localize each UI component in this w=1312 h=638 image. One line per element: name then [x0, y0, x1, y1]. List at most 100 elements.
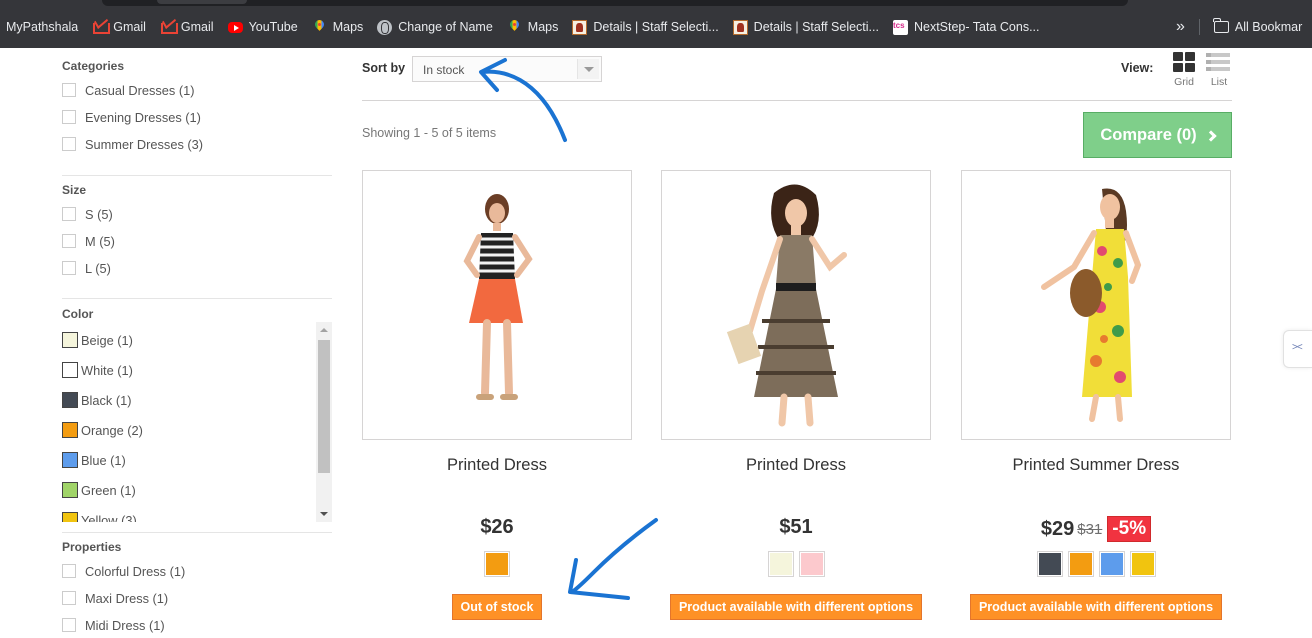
product-image[interactable] [661, 170, 931, 440]
filter-label: Midi Dress (1) [85, 617, 165, 633]
color-title: Color [62, 307, 94, 321]
filter-label: Black (1) [81, 392, 132, 408]
view-grid-button[interactable]: Grid [1169, 52, 1199, 92]
scroll-up-arrow-icon[interactable] [316, 322, 332, 338]
color-swatch[interactable] [62, 422, 78, 438]
filter-colorful-dress[interactable]: Colorful Dress (1) [62, 563, 185, 579]
filter-label: Evening Dresses (1) [85, 109, 201, 125]
color-swatch-yellow[interactable] [1129, 551, 1156, 577]
checkbox[interactable] [62, 591, 76, 605]
product-name[interactable]: Printed Summer Dress [961, 456, 1231, 475]
filter-color-black[interactable]: Black (1) [62, 392, 132, 408]
checkbox[interactable] [62, 618, 76, 632]
bookmark-nextstep-tcs[interactable]: NextStep- Tata Cons... [892, 19, 1040, 35]
filter-label: Summer Dresses (3) [85, 136, 204, 152]
bookmark-label: Details | Staff Selecti... [593, 20, 719, 34]
side-panel-toggle[interactable] [1283, 330, 1312, 368]
filter-color-blue[interactable]: Blue (1) [62, 452, 126, 468]
bookmark-gmail-1[interactable]: Gmail [92, 20, 146, 35]
filter-color-beige[interactable]: Beige (1) [62, 332, 133, 348]
emblem-icon [572, 19, 588, 35]
checkbox[interactable] [62, 83, 76, 97]
product-image[interactable] [362, 170, 632, 440]
divider [62, 532, 332, 533]
color-swatch-orange[interactable] [484, 551, 510, 577]
color-swatch-beige[interactable] [767, 551, 794, 577]
chevron-down-icon[interactable] [577, 59, 599, 79]
filter-label: Colorful Dress (1) [85, 563, 186, 579]
color-swatch[interactable] [62, 452, 78, 468]
toolbar-divider [362, 100, 1232, 101]
folder-icon [1213, 18, 1229, 33]
view-list-button[interactable]: List [1204, 52, 1234, 92]
all-bookmarks-button[interactable]: All Bookmar [1235, 20, 1302, 34]
color-swatch-black[interactable] [1036, 551, 1063, 577]
filter-color-orange[interactable]: Orange (2) [62, 422, 143, 438]
filter-label: M (5) [85, 233, 115, 249]
filter-size-l[interactable]: L (5) [62, 260, 111, 276]
filter-evening-dresses[interactable]: Evening Dresses (1) [62, 109, 201, 125]
scroll-down-arrow-icon[interactable] [316, 506, 332, 522]
filter-color-green[interactable]: Green (1) [62, 482, 136, 498]
filter-summer-dresses[interactable]: Summer Dresses (3) [62, 136, 203, 152]
checkbox[interactable] [62, 261, 76, 275]
checkbox[interactable] [62, 564, 76, 578]
color-swatch[interactable] [62, 482, 78, 498]
color-swatch-pink[interactable] [798, 551, 825, 577]
bookmark-youtube[interactable]: YouTube [227, 20, 298, 34]
product-name[interactable]: Printed Dress [661, 456, 931, 475]
sort-select[interactable]: In stock [412, 56, 602, 82]
filter-label: Beige (1) [81, 332, 133, 348]
color-swatch-blue[interactable] [1098, 551, 1125, 577]
bookmark-list: MyPathshala Gmail Gmail YouTube Maps Cha… [0, 16, 1054, 38]
color-filter-list[interactable]: Beige (1) White (1) Black (1) Orange (2)… [62, 322, 332, 522]
gmail-icon [160, 20, 178, 35]
checkbox[interactable] [62, 137, 76, 151]
filter-color-yellow[interactable]: Yellow (3) [62, 512, 137, 522]
bookmark-change-of-name[interactable]: Change of Name [377, 19, 493, 35]
product-price: $51 [779, 516, 813, 538]
filter-size-s[interactable]: S (5) [62, 206, 113, 222]
bookmark-mypathshala[interactable]: MyPathshala [6, 20, 78, 34]
discount-badge: -5% [1107, 516, 1152, 542]
bookmark-label: Gmail [113, 20, 146, 34]
filter-color-white[interactable]: White (1) [62, 362, 133, 378]
bookmark-label: NextStep- Tata Cons... [913, 20, 1040, 34]
scroll-thumb[interactable] [318, 340, 330, 473]
color-swatch[interactable] [62, 362, 78, 378]
checkbox[interactable] [62, 207, 76, 221]
price-line: $51 [661, 516, 931, 539]
tcs-icon [892, 19, 908, 35]
checkbox[interactable] [62, 110, 76, 124]
compare-button[interactable]: Compare (0) [1083, 112, 1232, 158]
filter-casual-dresses[interactable]: Casual Dresses (1) [62, 82, 195, 98]
checkbox[interactable] [62, 234, 76, 248]
color-swatch[interactable] [62, 392, 78, 408]
more-bookmarks-button[interactable]: » [1176, 18, 1185, 36]
filter-midi-dress[interactable]: Midi Dress (1) [62, 617, 165, 633]
bookmark-label: Maps [527, 20, 559, 34]
gmail-icon [92, 20, 111, 35]
filter-label: Green (1) [81, 482, 136, 498]
color-swatch[interactable] [62, 512, 78, 522]
bookmark-maps-1[interactable]: Maps [312, 20, 364, 35]
bookmark-staff-selection-2[interactable]: Details | Staff Selecti... [732, 19, 879, 35]
filter-label: Blue (1) [81, 452, 126, 468]
filter-maxi-dress[interactable]: Maxi Dress (1) [62, 590, 168, 606]
color-swatch[interactable] [62, 332, 78, 348]
maps-icon [507, 20, 522, 35]
color-list-scrollbar[interactable] [316, 322, 332, 522]
color-swatch-orange[interactable] [1067, 551, 1094, 577]
bookmark-label: Maps [332, 20, 364, 34]
product-name[interactable]: Printed Dress [362, 456, 632, 475]
product-image[interactable] [961, 170, 1231, 440]
bookmark-gmail-2[interactable]: Gmail [160, 20, 214, 35]
list-label: List [1210, 76, 1228, 88]
chevron-right-icon [1204, 129, 1217, 142]
dress-image-icon [726, 184, 847, 427]
bookmark-staff-selection-1[interactable]: Details | Staff Selecti... [572, 19, 719, 35]
filter-label: L (5) [85, 260, 111, 276]
bookmark-maps-2[interactable]: Maps [507, 20, 559, 35]
product-color-swatches [362, 551, 632, 577]
filter-size-m[interactable]: M (5) [62, 233, 115, 249]
